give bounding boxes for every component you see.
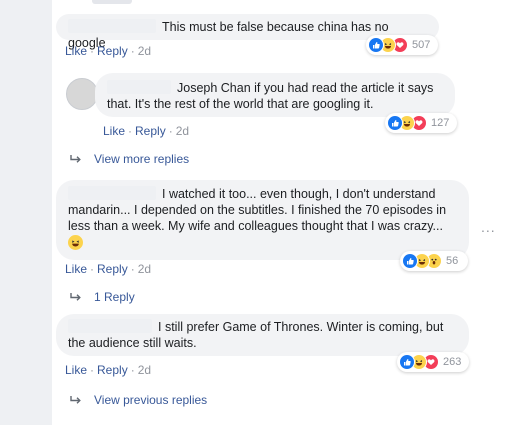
- top-divider: [92, 0, 132, 4]
- reactions-summary[interactable]: 507: [366, 35, 438, 55]
- separator-dot: ·: [168, 124, 173, 138]
- one-reply-link[interactable]: 1 Reply: [70, 290, 135, 304]
- comment-bubble: Joseph Chan if you had read the article …: [95, 73, 455, 117]
- separator-dot: ·: [90, 363, 95, 377]
- separator-dot: ·: [130, 44, 135, 58]
- reply-button[interactable]: Reply: [97, 363, 128, 377]
- comment-actions: Like · Reply · 2d: [65, 363, 151, 377]
- reactions-summary[interactable]: 263: [397, 352, 469, 372]
- view-more-replies-label: View more replies: [94, 152, 190, 166]
- comment-actions: Like · Reply · 2d: [103, 124, 189, 138]
- like-button[interactable]: Like: [103, 124, 125, 138]
- avatar[interactable]: [66, 78, 98, 110]
- reply-arrow-icon: [70, 293, 81, 301]
- timestamp[interactable]: 2d: [138, 44, 151, 58]
- author-name[interactable]: [68, 186, 156, 200]
- reaction-count: 56: [446, 255, 459, 267]
- like-button[interactable]: Like: [65, 44, 87, 58]
- reaction-count: 507: [412, 39, 431, 51]
- like-reaction-icon: [368, 37, 384, 53]
- like-reaction-icon: [387, 115, 403, 131]
- like-button[interactable]: Like: [65, 262, 87, 276]
- reactions-summary[interactable]: 127: [385, 113, 457, 133]
- reply-button[interactable]: Reply: [97, 44, 128, 58]
- author-name[interactable]: [68, 319, 152, 333]
- comment-bubble: I still prefer Game of Thrones. Winter i…: [56, 314, 469, 356]
- comment-actions: Like · Reply · 2d: [65, 44, 151, 58]
- reply-arrow-icon: [70, 396, 81, 404]
- laughing-emoji-icon: [68, 235, 83, 250]
- separator-dot: ·: [90, 262, 95, 276]
- left-sidebar: [0, 0, 52, 425]
- view-previous-replies-link[interactable]: View previous replies: [70, 393, 207, 407]
- reply-button[interactable]: Reply: [97, 262, 128, 276]
- like-reaction-icon: [399, 354, 415, 370]
- timestamp[interactable]: 2d: [176, 124, 189, 138]
- comment-bubble: I watched it too... even though, I don't…: [56, 180, 469, 260]
- one-reply-label: 1 Reply: [94, 290, 135, 304]
- author-name[interactable]: [68, 19, 156, 33]
- reply-arrow-icon: [70, 155, 81, 163]
- view-previous-replies-label: View previous replies: [94, 393, 208, 407]
- comment-actions: Like · Reply · 2d: [65, 262, 151, 276]
- separator-dot: ·: [130, 262, 135, 276]
- more-options-icon[interactable]: ...: [481, 219, 496, 235]
- author-name[interactable]: [107, 80, 171, 94]
- reactions-summary[interactable]: 56: [400, 251, 468, 271]
- separator-dot: ·: [130, 363, 135, 377]
- view-more-replies-link[interactable]: View more replies: [70, 152, 189, 166]
- separator-dot: ·: [90, 44, 95, 58]
- reaction-count: 127: [431, 117, 450, 129]
- separator-dot: ·: [128, 124, 133, 138]
- reaction-count: 263: [443, 356, 462, 368]
- reply-button[interactable]: Reply: [135, 124, 166, 138]
- like-button[interactable]: Like: [65, 363, 87, 377]
- timestamp[interactable]: 2d: [138, 262, 151, 276]
- timestamp[interactable]: 2d: [138, 363, 151, 377]
- like-reaction-icon: [402, 253, 418, 269]
